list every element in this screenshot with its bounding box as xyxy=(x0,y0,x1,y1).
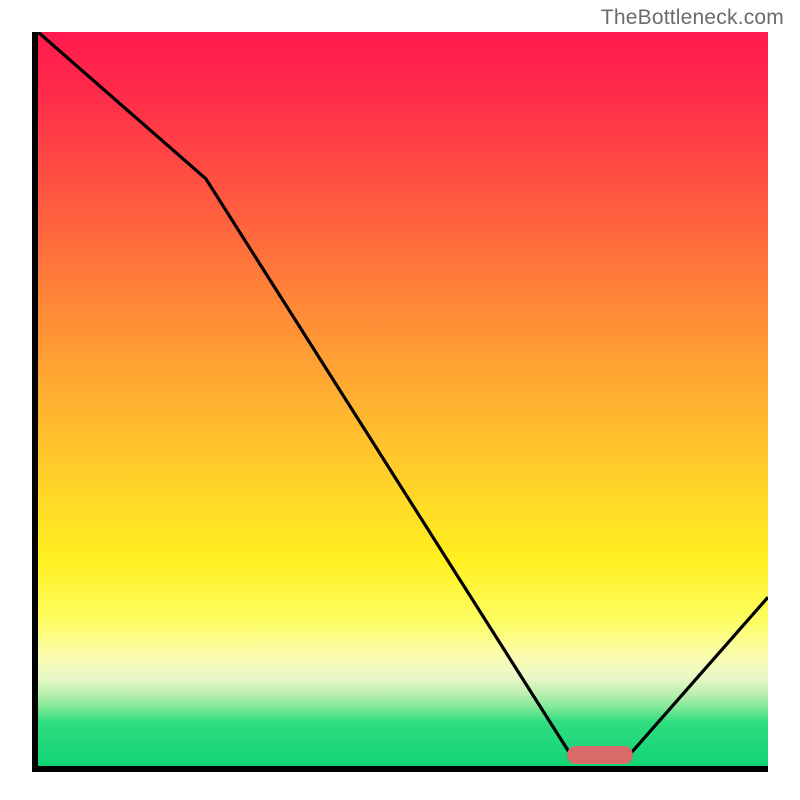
watermark-text: TheBottleneck.com xyxy=(601,6,784,30)
axes-frame xyxy=(32,32,768,772)
chart-container: TheBottleneck.com xyxy=(0,0,800,800)
